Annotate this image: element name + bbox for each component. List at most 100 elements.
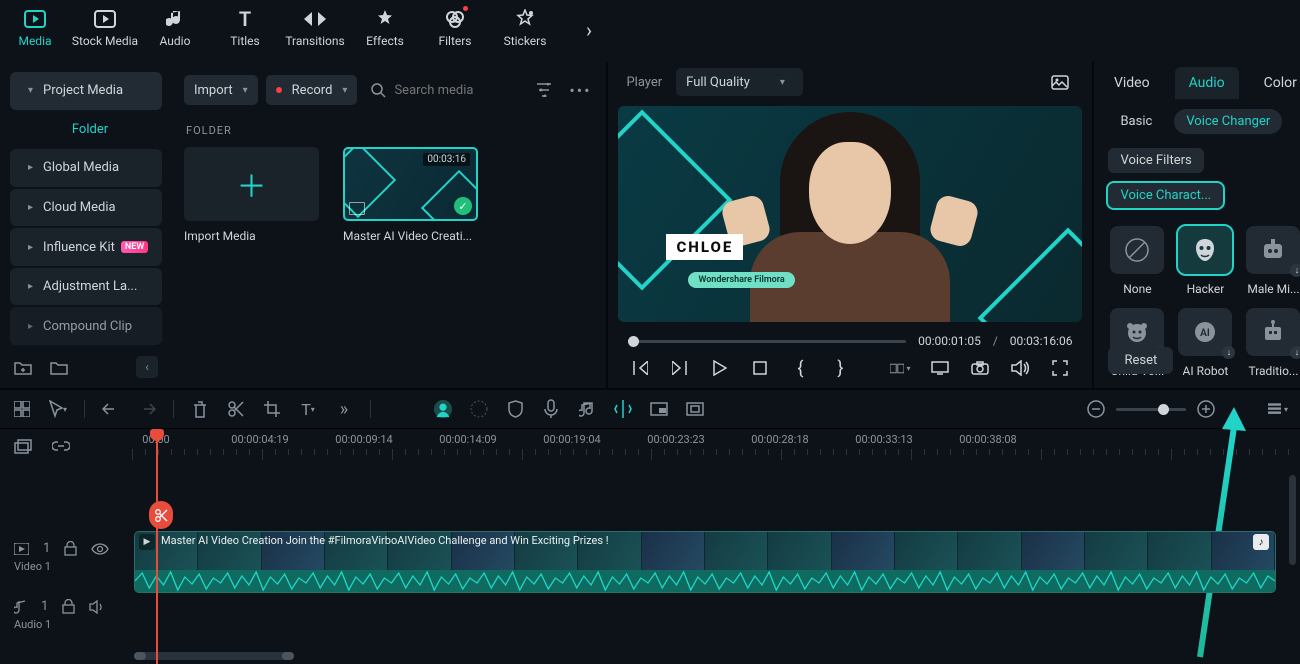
nav-more-icon[interactable]: ›: [586, 18, 592, 42]
sidebar-label: Cloud Media: [43, 200, 116, 215]
pip-icon[interactable]: [649, 399, 669, 419]
more-icon[interactable]: •••: [566, 76, 594, 104]
ai-avatar-icon[interactable]: [433, 399, 453, 419]
camera-icon[interactable]: [970, 358, 990, 378]
nav-stock-media[interactable]: Stock Media: [70, 6, 140, 48]
cursor-icon[interactable]: ▾: [48, 399, 68, 419]
more-tools-icon[interactable]: »: [334, 399, 354, 419]
sidebar-influence-kit[interactable]: ▸ Influence Kit NEW: [10, 228, 162, 266]
plus-icon: ＋: [237, 162, 267, 206]
play-icon[interactable]: [710, 358, 730, 378]
lock-icon[interactable]: [62, 599, 75, 614]
new-folder-icon[interactable]: [14, 360, 32, 375]
zoom-in-icon[interactable]: [1196, 399, 1216, 419]
layout-icon[interactable]: [12, 399, 32, 419]
subtab-voice-changer[interactable]: Voice Changer: [1174, 109, 1282, 134]
mic-icon[interactable]: [541, 399, 561, 419]
chevron-right-icon: ▸: [28, 281, 33, 292]
nav-label: Transitions: [285, 34, 344, 48]
marker-icon[interactable]: [613, 399, 633, 419]
chevron-down-icon: ▾: [28, 85, 33, 96]
voice-label: Male Mi...: [1247, 282, 1299, 296]
mark-out-icon[interactable]: }: [830, 358, 850, 378]
vertical-scrollbar[interactable]: [1289, 475, 1296, 565]
voice-filters-chip[interactable]: Voice Filters: [1108, 148, 1203, 173]
sidebar-cloud-media[interactable]: ▸ Cloud Media: [10, 189, 162, 227]
volume-icon[interactable]: [1010, 358, 1030, 378]
import-media-card[interactable]: ＋: [184, 147, 319, 221]
fullscreen-icon[interactable]: [1050, 358, 1070, 378]
record-dropdown[interactable]: Record ▾: [266, 75, 358, 105]
sidebar-project-media[interactable]: ▾ Project Media: [10, 72, 162, 110]
time-ruler[interactable]: 00:00 00:00:04:19 00:00:09:14 00:00:14:0…: [132, 429, 1300, 463]
text-icon[interactable]: T▾: [298, 399, 318, 419]
nav-stickers[interactable]: Stickers: [490, 6, 560, 48]
zoom-slider[interactable]: [1116, 408, 1186, 411]
tab-audio[interactable]: Audio: [1175, 67, 1239, 99]
notification-dot: [463, 6, 468, 11]
mute-icon[interactable]: [89, 600, 105, 614]
sidebar-compound-clip[interactable]: ▸ Compound Clip: [10, 307, 162, 345]
redo-icon[interactable]: [137, 399, 157, 419]
quality-dropdown[interactable]: Full Quality ▾: [676, 68, 803, 96]
collapse-sidebar-icon[interactable]: ‹: [136, 356, 158, 378]
nav-transitions[interactable]: Transitions: [280, 6, 350, 48]
voice-label: Traditio...: [1248, 364, 1298, 378]
playhead[interactable]: [156, 429, 158, 664]
aspect-icon[interactable]: [685, 399, 705, 419]
next-frame-icon[interactable]: [670, 358, 690, 378]
audio-icon: [164, 8, 186, 30]
stop-icon[interactable]: [750, 358, 770, 378]
nav-titles[interactable]: T Titles: [210, 6, 280, 48]
delete-icon[interactable]: [190, 399, 210, 419]
split-marker[interactable]: [149, 501, 173, 529]
snapshot-icon[interactable]: [1046, 68, 1074, 96]
display-options-icon[interactable]: ▾: [890, 358, 910, 378]
media-clip[interactable]: 00:03:16 ✓: [343, 147, 478, 221]
sparkle-icon[interactable]: [469, 399, 489, 419]
search-input[interactable]: [394, 83, 514, 98]
shield-icon[interactable]: [505, 399, 525, 419]
sidebar-global-media[interactable]: ▸ Global Media: [10, 149, 162, 187]
horizontal-scrollbar[interactable]: [134, 652, 294, 660]
voice-characters-chip[interactable]: Voice Charact...: [1108, 183, 1223, 208]
tab-video[interactable]: Video: [1100, 67, 1164, 99]
visibility-icon[interactable]: [91, 543, 109, 555]
voice-hacker[interactable]: Hacker: [1178, 226, 1232, 296]
link-icon[interactable]: [52, 441, 70, 451]
mark-in-icon[interactable]: {: [790, 358, 810, 378]
tab-color[interactable]: Color: [1250, 67, 1300, 99]
reset-button[interactable]: Reset: [1108, 347, 1173, 374]
timecode: 00:00:33:13: [855, 433, 912, 446]
filter-icon[interactable]: [530, 76, 558, 104]
prev-frame-icon[interactable]: [630, 358, 650, 378]
screen-icon[interactable]: [930, 358, 950, 378]
zoom-out-icon[interactable]: [1086, 399, 1106, 419]
player-viewport[interactable]: CHLOE Wondershare Filmora: [618, 106, 1082, 322]
timeline-clip[interactable]: ▶ Master AI Video Creation Join the #Fil…: [134, 531, 1276, 593]
check-icon: ✓: [454, 197, 472, 215]
voice-traditional[interactable]: ↓ Traditio...: [1246, 308, 1300, 378]
subtab-basic[interactable]: Basic: [1108, 109, 1164, 134]
nav-label: Stock Media: [72, 34, 138, 48]
voice-none[interactable]: None: [1110, 226, 1164, 296]
nav-effects[interactable]: Effects: [350, 6, 420, 48]
track-view-icon[interactable]: ▾: [1268, 399, 1288, 419]
nav-audio[interactable]: Audio: [140, 6, 210, 48]
nav-filters[interactable]: Filters: [420, 6, 490, 48]
seek-bar[interactable]: [628, 340, 906, 343]
folder-icon[interactable]: [50, 360, 68, 375]
import-dropdown[interactable]: Import ▾: [184, 75, 258, 105]
crop-icon[interactable]: [262, 399, 282, 419]
undo-icon[interactable]: [101, 399, 121, 419]
music-icon[interactable]: [577, 399, 597, 419]
split-icon[interactable]: [226, 399, 246, 419]
nav-media[interactable]: Media: [0, 6, 70, 48]
media-caption: Import Media: [184, 229, 319, 243]
sidebar-folder[interactable]: Folder: [10, 112, 162, 148]
lock-icon[interactable]: [64, 541, 77, 556]
voice-ai-robot[interactable]: AI↓ AI Robot: [1178, 308, 1232, 378]
voice-male[interactable]: ↓ Male Mi...: [1246, 226, 1300, 296]
sidebar-adjustment-layer[interactable]: ▸ Adjustment La...: [10, 268, 162, 306]
overlay-track-icon[interactable]: [14, 439, 32, 454]
